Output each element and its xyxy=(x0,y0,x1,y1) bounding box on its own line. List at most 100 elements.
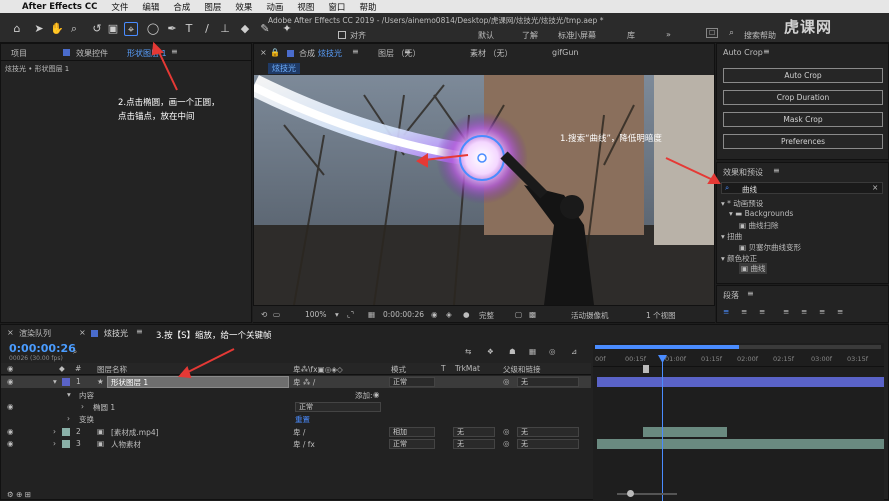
tree-item-distort[interactable]: ▾ 扭曲 xyxy=(721,231,742,242)
ellipse-row[interactable]: ◉ › 椭圆 1 正常 xyxy=(1,401,591,413)
layer-name-header[interactable]: 图层名称 xyxy=(97,364,127,375)
show-snapshot-icon[interactable]: ◈ xyxy=(446,310,452,319)
anchor-point-tool-icon[interactable]: ⌖ xyxy=(124,22,138,36)
zoom-caret-icon[interactable]: ▾ xyxy=(335,310,339,319)
tab-render-queue[interactable]: 渲染队列 xyxy=(19,328,51,339)
comp-mini-flowchart-icon[interactable]: ⇆ xyxy=(465,347,471,356)
visibility-icon[interactable]: ◉ xyxy=(7,439,14,448)
ellipse-tool-icon[interactable]: ◯ xyxy=(146,22,160,36)
menu-edit[interactable]: 编辑 xyxy=(142,1,159,13)
workspace-library[interactable]: 库 xyxy=(627,30,635,41)
label-color-swatch[interactable] xyxy=(62,378,70,386)
mode-header[interactable]: 模式 xyxy=(391,364,406,375)
tree-item-curve-sweep[interactable]: ▣ 曲线扫除 xyxy=(739,220,778,231)
label-color-swatch[interactable] xyxy=(62,440,70,448)
tab-timeline-comp[interactable]: 炫技光 xyxy=(104,328,128,339)
ellipse-expand-icon[interactable]: › xyxy=(81,402,84,411)
zoom-tool-icon[interactable]: ⌕ xyxy=(67,22,81,36)
mode-dropdown[interactable]: 正常 xyxy=(389,439,435,449)
menu-help[interactable]: 帮助 xyxy=(359,1,376,13)
selection-tool-icon[interactable]: ➤ xyxy=(32,22,46,36)
home-icon[interactable]: ⌂ xyxy=(10,22,24,36)
zoom-dropdown[interactable]: 100% xyxy=(305,310,326,319)
clear-search-icon[interactable]: × xyxy=(872,183,878,192)
parent-dropdown[interactable]: 无 xyxy=(517,427,579,437)
sync-icon[interactable]: ☐ xyxy=(706,28,719,38)
menu-animation[interactable]: 动画 xyxy=(266,1,283,13)
layer-name[interactable]: 形状图层 1 xyxy=(111,377,148,388)
layer-bar-3[interactable] xyxy=(597,439,884,449)
align-center-icon[interactable]: ≡ xyxy=(741,307,747,316)
parent-header[interactable]: 父级和链接 xyxy=(503,364,541,375)
color-channel-icon[interactable]: ● xyxy=(463,310,470,319)
effects-search-input[interactable]: ⌕ 曲线 × xyxy=(721,182,883,194)
tab-layer[interactable]: 图层 （无） xyxy=(378,48,421,59)
snapshot-icon[interactable]: ◉ xyxy=(431,310,438,319)
close-render-queue-icon[interactable]: × xyxy=(7,328,14,337)
workspace-default[interactable]: 默认 xyxy=(478,30,494,41)
tree-item-bezier-warp[interactable]: ▣ 贝塞尔曲线变形 xyxy=(739,242,801,253)
paragraph-panel-menu-icon[interactable]: ≡ xyxy=(747,289,754,298)
close-icon[interactable]: × xyxy=(260,48,267,57)
justify-left-icon[interactable]: ≡ xyxy=(783,307,789,316)
mask-crop-button[interactable]: Mask Crop xyxy=(723,112,883,127)
clone-stamp-tool-icon[interactable]: ⊥ xyxy=(218,22,232,36)
type-tool-icon[interactable]: T xyxy=(182,22,196,36)
search-help-field[interactable]: 搜索帮助 xyxy=(744,30,776,41)
shy-switch-icon[interactable]: 卑 / xyxy=(293,427,305,438)
align-right-icon[interactable]: ≡ xyxy=(759,307,765,316)
parent-pickwhip-icon[interactable]: ◎ xyxy=(503,439,510,448)
crop-duration-button[interactable]: Crop Duration xyxy=(723,90,883,105)
expand-icon[interactable]: › xyxy=(53,427,56,436)
render-toggle-icon[interactable]: ⚙ ⊕ ⊞ xyxy=(7,490,31,499)
camera-tool-icon[interactable]: ▣ xyxy=(106,22,120,36)
time-ruler[interactable]: 00f 00:15f 01:00f 01:15f 02:00f 02:15f 0… xyxy=(593,353,884,367)
current-time-indicator[interactable] xyxy=(658,355,667,501)
menu-window[interactable]: 窗口 xyxy=(328,1,345,13)
mask-icon[interactable]: ▭ xyxy=(273,310,280,319)
menu-file[interactable]: 文件 xyxy=(111,1,128,13)
layer-bar-1[interactable] xyxy=(597,377,884,387)
graph-editor-icon[interactable]: ⊿ xyxy=(571,347,577,356)
visibility-icon[interactable]: ◉ xyxy=(7,377,14,386)
parent-pickwhip-icon[interactable]: ◎ xyxy=(503,427,510,436)
menu-composition[interactable]: 合成 xyxy=(173,1,190,13)
puppet-pin-tool-icon[interactable]: ✦ xyxy=(280,22,294,36)
camera-dropdown[interactable]: 活动摄像机 xyxy=(571,310,609,321)
parent-pickwhip-icon[interactable]: ◎ xyxy=(503,377,510,386)
brush-tool-icon[interactable]: / xyxy=(200,22,214,36)
parent-dropdown[interactable]: 无 xyxy=(517,439,579,449)
layer-name[interactable]: [素材成.mp4] xyxy=(111,427,159,438)
rotate-tool-icon[interactable]: ↺ xyxy=(90,22,104,36)
align-left-icon[interactable]: ≡ xyxy=(723,307,729,316)
trkmat-dropdown[interactable]: 无 xyxy=(453,439,495,449)
timeline-menu-icon[interactable]: ≡ xyxy=(136,327,143,336)
region-of-interest-icon[interactable]: ▢ xyxy=(515,310,522,319)
tab-project[interactable]: 项目 xyxy=(11,48,27,59)
grid-icon[interactable]: ▩ xyxy=(529,310,536,319)
workspace-overflow-icon[interactable]: » xyxy=(666,30,671,39)
marker-icon[interactable] xyxy=(643,365,649,373)
frame-blending-icon[interactable]: ▦ xyxy=(529,347,536,356)
timeline-search-icon[interactable]: ⌕ xyxy=(73,347,77,357)
search-help-icon[interactable]: ⌕ xyxy=(729,28,734,38)
justify-center-icon[interactable]: ≡ xyxy=(801,307,807,316)
hand-tool-icon[interactable]: ✋ xyxy=(50,22,64,36)
tree-item-backgrounds[interactable]: ▾ ▬ Backgrounds xyxy=(729,209,793,218)
menu-effect[interactable]: 效果 xyxy=(235,1,252,13)
tree-item-animation-presets[interactable]: ▾ * 动画预设 xyxy=(721,198,763,209)
pen-tool-icon[interactable]: ✒ xyxy=(165,22,179,36)
timeline-track-area[interactable]: 00f 00:15f 01:00f 01:15f 02:00f 02:15f 0… xyxy=(593,343,884,501)
quality-dropdown[interactable]: 完整 xyxy=(479,310,494,321)
tab-effect-controls[interactable]: 效果控件 xyxy=(76,48,108,59)
motion-blur-icon[interactable]: ◎ xyxy=(549,347,556,356)
zoom-slider[interactable] xyxy=(617,490,677,497)
layer-row-2[interactable]: ◉ › 2 ▣ [素材成.mp4] 卑 / 相加 无 ◎ 无 xyxy=(1,426,591,438)
mode-dropdown[interactable]: 正常 xyxy=(389,377,435,387)
draft-3d-icon[interactable]: ❖ xyxy=(487,347,494,356)
always-preview-icon[interactable]: ⟲ xyxy=(261,310,267,319)
layer-name[interactable]: 人物素材 xyxy=(111,439,141,450)
label-color-swatch[interactable] xyxy=(62,428,70,436)
visibility-icon[interactable]: ◉ xyxy=(7,427,14,436)
composition-viewer[interactable] xyxy=(254,75,714,305)
